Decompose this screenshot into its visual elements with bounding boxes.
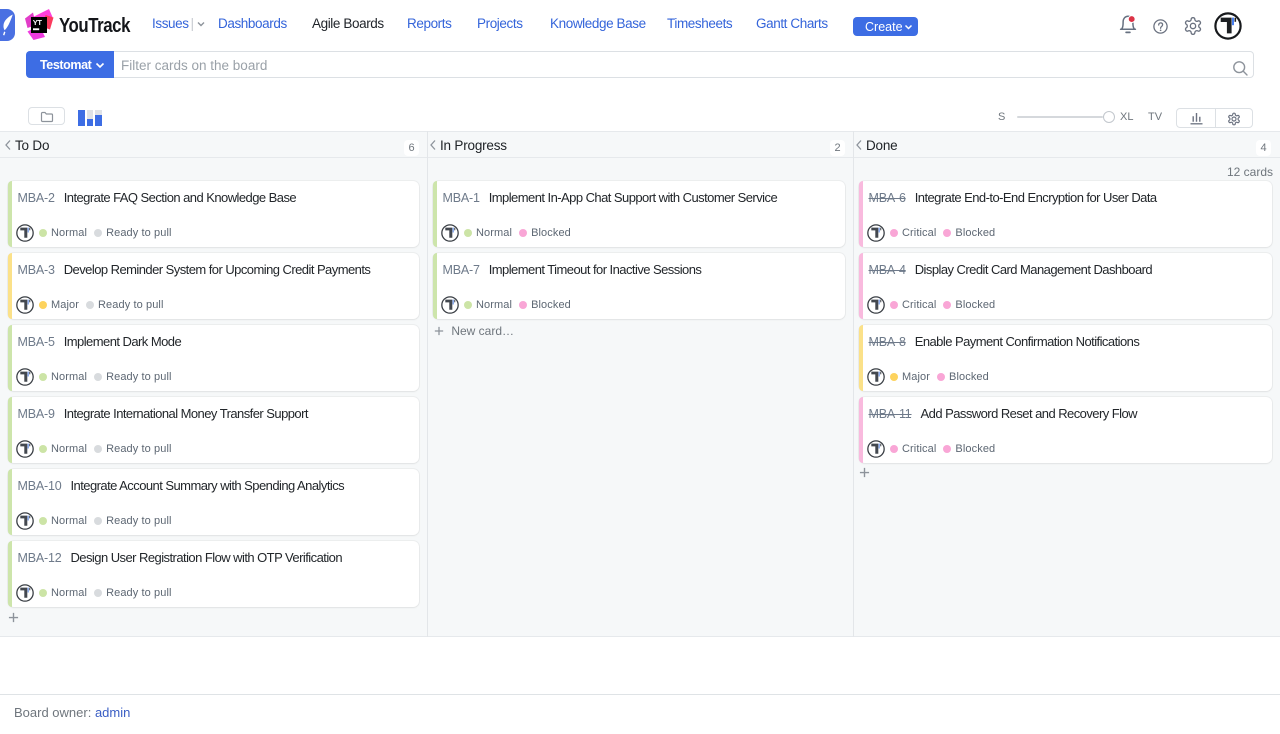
svg-text:YT: YT	[33, 18, 43, 27]
